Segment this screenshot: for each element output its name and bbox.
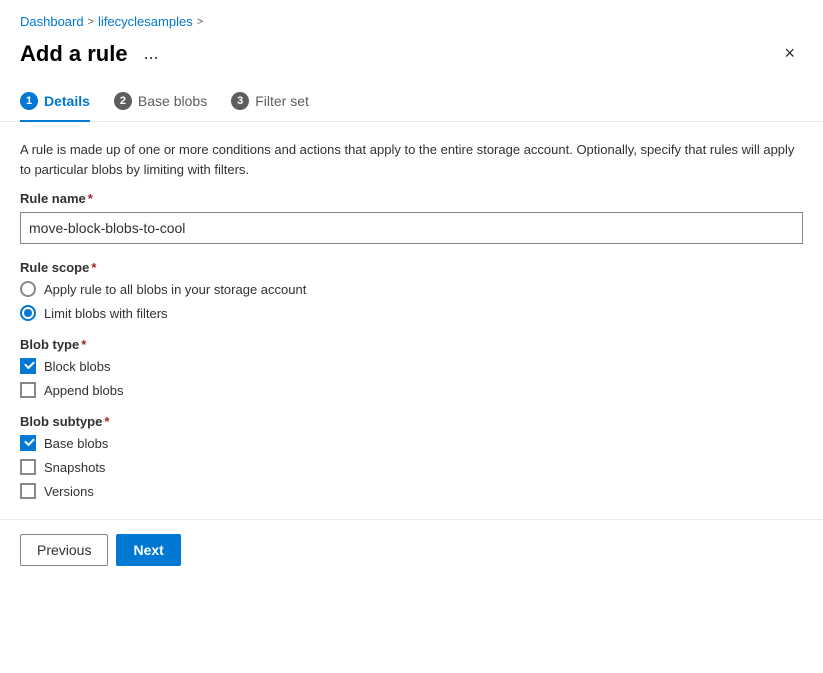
scope-limit-label: Limit blobs with filters [44,306,168,321]
breadcrumb-lifecyclesamples[interactable]: lifecyclesamples [98,14,193,29]
snapshots-option[interactable]: Snapshots [20,459,803,475]
append-blobs-checkbox[interactable] [20,382,36,398]
snapshots-checkbox[interactable] [20,459,36,475]
tab-filter-set[interactable]: 3 Filter set [231,84,309,122]
breadcrumb-dashboard[interactable]: Dashboard [20,14,84,29]
blob-type-checkbox-group: Block blobs Append blobs [20,358,803,398]
tab-base-blobs-num: 2 [114,92,132,110]
tab-base-blobs-label: Base blobs [138,93,207,109]
scope-all-option[interactable]: Apply rule to all blobs in your storage … [20,281,803,297]
tab-details[interactable]: 1 Details [20,84,90,122]
title-row: Add a rule ... × [0,35,823,84]
base-blobs-label: Base blobs [44,436,108,451]
blob-subtype-label: Blob subtype* [20,414,803,429]
form-section: Rule name* Rule scope* Apply rule to all… [0,191,823,499]
tab-filter-set-label: Filter set [255,93,309,109]
description-text: A rule is made up of one or more conditi… [0,122,823,191]
blob-subtype-checkbox-group: Base blobs Snapshots Versions [20,435,803,499]
chevron-icon-2: > [197,16,203,28]
rule-name-label: Rule name* [20,191,803,206]
rule-name-input[interactable] [20,212,803,244]
scope-all-label: Apply rule to all blobs in your storage … [44,282,306,297]
base-blobs-checkbox[interactable] [20,435,36,451]
versions-checkbox[interactable] [20,483,36,499]
page-title: Add a rule [20,41,128,67]
versions-label: Versions [44,484,94,499]
scope-all-radio[interactable] [20,281,36,297]
tab-details-label: Details [44,93,90,109]
versions-option[interactable]: Versions [20,483,803,499]
chevron-icon-1: > [88,16,94,28]
tabs-bar: 1 Details 2 Base blobs 3 Filter set [0,84,823,122]
base-blobs-option[interactable]: Base blobs [20,435,803,451]
rule-scope-label: Rule scope* [20,260,803,275]
snapshots-label: Snapshots [44,460,105,475]
block-blobs-checkbox[interactable] [20,358,36,374]
blob-subtype-field: Blob subtype* Base blobs Snapshots Versi… [20,414,803,499]
rule-name-field: Rule name* [20,191,803,244]
previous-button[interactable]: Previous [20,534,108,566]
tab-base-blobs[interactable]: 2 Base blobs [114,84,207,122]
footer: Previous Next [0,520,823,580]
scope-limit-radio[interactable] [20,305,36,321]
scope-limit-option[interactable]: Limit blobs with filters [20,305,803,321]
tab-filter-set-num: 3 [231,92,249,110]
blob-type-label: Blob type* [20,337,803,352]
block-blobs-option[interactable]: Block blobs [20,358,803,374]
block-blobs-label: Block blobs [44,359,110,374]
ellipsis-button[interactable]: ... [138,41,165,66]
close-button[interactable]: × [776,39,803,68]
rule-scope-field: Rule scope* Apply rule to all blobs in y… [20,260,803,321]
rule-scope-radio-group: Apply rule to all blobs in your storage … [20,281,803,321]
append-blobs-label: Append blobs [44,383,124,398]
breadcrumb: Dashboard > lifecyclesamples > [0,0,823,35]
tab-details-num: 1 [20,92,38,110]
next-button[interactable]: Next [116,534,180,566]
blob-type-field: Blob type* Block blobs Append blobs [20,337,803,398]
page-container: Dashboard > lifecyclesamples > Add a rul… [0,0,823,673]
append-blobs-option[interactable]: Append blobs [20,382,803,398]
